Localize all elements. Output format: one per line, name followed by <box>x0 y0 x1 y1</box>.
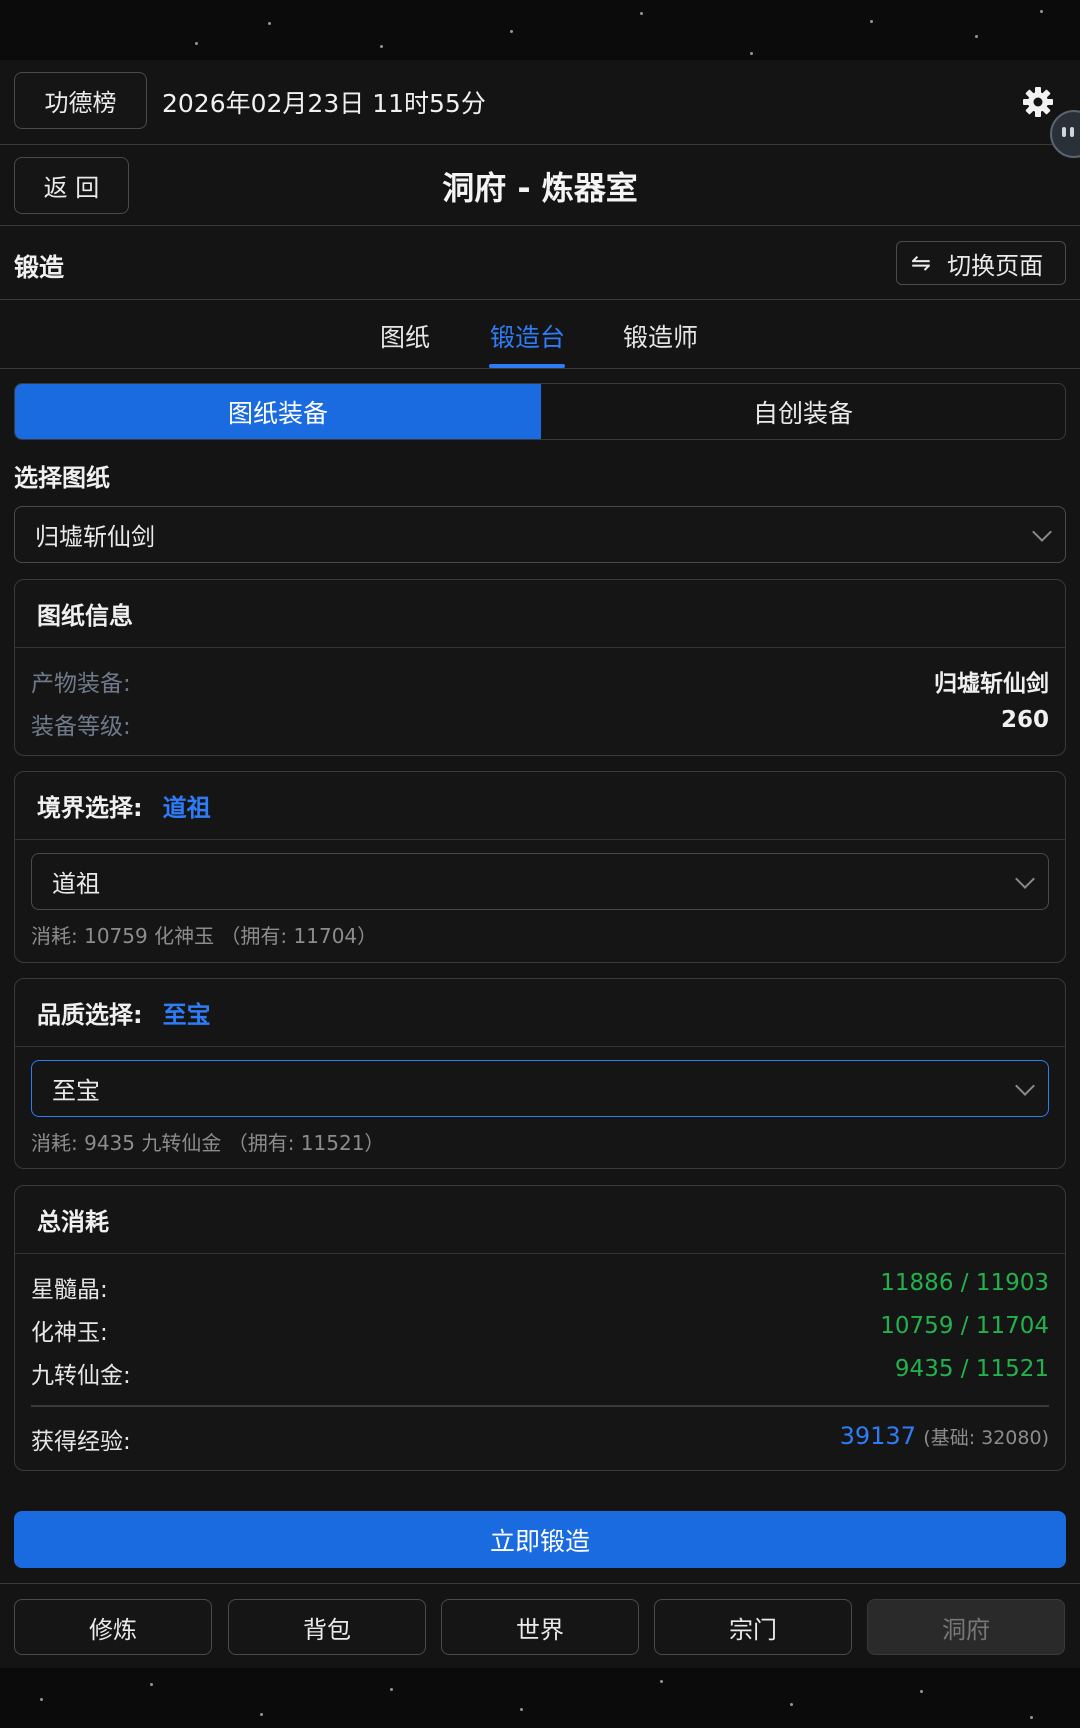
star <box>660 1680 663 1683</box>
forge-now-button[interactable]: 立即锻造 <box>14 1511 1066 1568</box>
star <box>1040 10 1043 13</box>
header-bar: 功德榜 2026年02月23日 11时55分 <box>0 60 1080 158</box>
starfield-top <box>0 0 1080 60</box>
star <box>640 12 643 15</box>
info-label: 装备等级: <box>31 714 131 740</box>
quality-select[interactable]: 至宝 <box>31 1060 1049 1117</box>
tab-forge-station[interactable]: 锻造台 <box>490 318 565 354</box>
nav-sect-button[interactable]: 宗门 <box>654 1599 852 1655</box>
blueprint-info-panel: 图纸信息 产物装备: 归墟斩仙剑 装备等级: 260 <box>14 579 1066 756</box>
mode-toggle: 图纸装备 自创装备 <box>14 383 1066 440</box>
blueprint-select[interactable]: 归墟斩仙剑 <box>14 506 1066 563</box>
star <box>750 52 753 55</box>
active-tab-indicator <box>489 364 565 368</box>
mode-blueprint-equipment[interactable]: 图纸装备 <box>15 384 541 439</box>
quality-header: 品质选择: 至宝 <box>15 979 1065 1047</box>
info-label: 产物装备: <box>31 671 131 697</box>
cost-label: 化神玉: <box>31 1320 108 1346</box>
nav-world-button[interactable]: 世界 <box>441 1599 639 1655</box>
star <box>40 1698 43 1701</box>
nav-cultivate-button[interactable]: 修炼 <box>14 1599 212 1655</box>
blueprint-label: 选择图纸 <box>14 464 110 492</box>
star <box>150 1683 153 1686</box>
merit-ranking-button[interactable]: 功德榜 <box>14 72 147 129</box>
nav-cave-button[interactable]: 洞府 <box>867 1599 1065 1655</box>
info-row-product: 产物装备: 归墟斩仙剑 <box>31 664 1049 698</box>
cost-row: 星髓晶: 11886 / 11903 <box>31 1270 1049 1304</box>
star <box>260 1713 263 1716</box>
exp-label: 获得经验: <box>31 1429 131 1455</box>
cost-row: 化神玉: 10759 / 11704 <box>31 1313 1049 1347</box>
realm-highlight: 道祖 <box>162 794 211 822</box>
star <box>920 1690 923 1693</box>
info-value: 260 <box>1000 707 1049 733</box>
tab-bar: 图纸 锻造台 锻造师 <box>0 300 1080 369</box>
realm-header: 境界选择: 道祖 <box>15 772 1065 840</box>
blueprint-info-title: 图纸信息 <box>15 580 1065 648</box>
divider <box>31 1405 1049 1407</box>
star <box>520 1708 523 1711</box>
star <box>390 1688 393 1691</box>
exp-value: 39137 <box>839 1422 916 1450</box>
exp-base: (基础: 32080) <box>923 1427 1049 1449</box>
star <box>510 30 513 33</box>
chevron-down-icon <box>1032 521 1052 542</box>
page-title: 洞府 - 炼器室 <box>442 169 638 207</box>
realm-panel: 境界选择: 道祖 道祖 消耗: 10759 化神玉 （拥有: 11704） <box>14 771 1066 963</box>
section-bar: 锻造 ⇋ 切换页面 <box>0 226 1080 300</box>
cost-label: 星髓晶: <box>31 1277 108 1303</box>
star <box>380 45 383 48</box>
star <box>870 20 873 23</box>
datetime-text: 2026年02月23日 11时55分 <box>162 89 486 118</box>
quality-highlight: 至宝 <box>162 1001 211 1029</box>
cost-value: 9435 / 11521 <box>894 1356 1049 1382</box>
starfield-bottom <box>0 1668 1080 1728</box>
quality-cost-note: 消耗: 9435 九转仙金 （拥有: 11521） <box>31 1131 385 1155</box>
nav-bar: 返 回 洞府 - 炼器室 <box>0 145 1080 226</box>
switch-page-label: 切换页面 <box>947 251 1044 280</box>
realm-title: 境界选择: <box>37 794 143 822</box>
nav-backpack-button[interactable]: 背包 <box>228 1599 426 1655</box>
star <box>1030 1716 1033 1719</box>
cost-row: 九转仙金: 9435 / 11521 <box>31 1356 1049 1390</box>
quality-panel: 品质选择: 至宝 至宝 消耗: 9435 九转仙金 （拥有: 11521） <box>14 978 1066 1169</box>
total-cost-title: 总消耗 <box>15 1186 1065 1254</box>
blueprint-selected-value: 归墟斩仙剑 <box>35 523 155 551</box>
realm-cost-note: 消耗: 10759 化神玉 （拥有: 11704） <box>31 924 378 948</box>
realm-selected-value: 道祖 <box>52 870 100 898</box>
mode-custom-equipment[interactable]: 自创装备 <box>541 384 1065 439</box>
info-row-level: 装备等级: 260 <box>31 707 1049 741</box>
chevron-down-icon <box>1015 868 1035 889</box>
cost-value: 10759 / 11704 <box>880 1313 1049 1339</box>
star <box>195 42 198 45</box>
realm-select[interactable]: 道祖 <box>31 853 1049 910</box>
quality-selected-value: 至宝 <box>52 1077 100 1105</box>
tab-blueprints[interactable]: 图纸 <box>380 318 430 354</box>
cost-label: 九转仙金: <box>31 1363 131 1389</box>
chevron-down-icon <box>1015 1075 1035 1096</box>
gear-icon[interactable] <box>1020 84 1056 120</box>
total-cost-panel: 总消耗 星髓晶: 11886 / 11903 化神玉: 10759 / 1170… <box>14 1185 1066 1471</box>
tab-forge-master[interactable]: 锻造师 <box>623 318 698 354</box>
info-value: 归墟斩仙剑 <box>934 671 1049 697</box>
quality-title: 品质选择: <box>37 1001 143 1029</box>
swap-arrows-icon: ⇋ <box>911 249 932 277</box>
cost-value: 11886 / 11903 <box>880 1270 1049 1296</box>
exp-row: 获得经验: 39137 (基础: 32080) <box>31 1422 1049 1456</box>
star <box>268 22 271 25</box>
star <box>975 35 978 38</box>
switch-page-button[interactable]: ⇋ 切换页面 <box>896 241 1066 285</box>
star <box>790 1703 793 1706</box>
bottom-nav: 修炼 背包 世界 宗门 洞府 <box>0 1583 1080 1668</box>
section-title: 锻造 <box>14 253 65 282</box>
